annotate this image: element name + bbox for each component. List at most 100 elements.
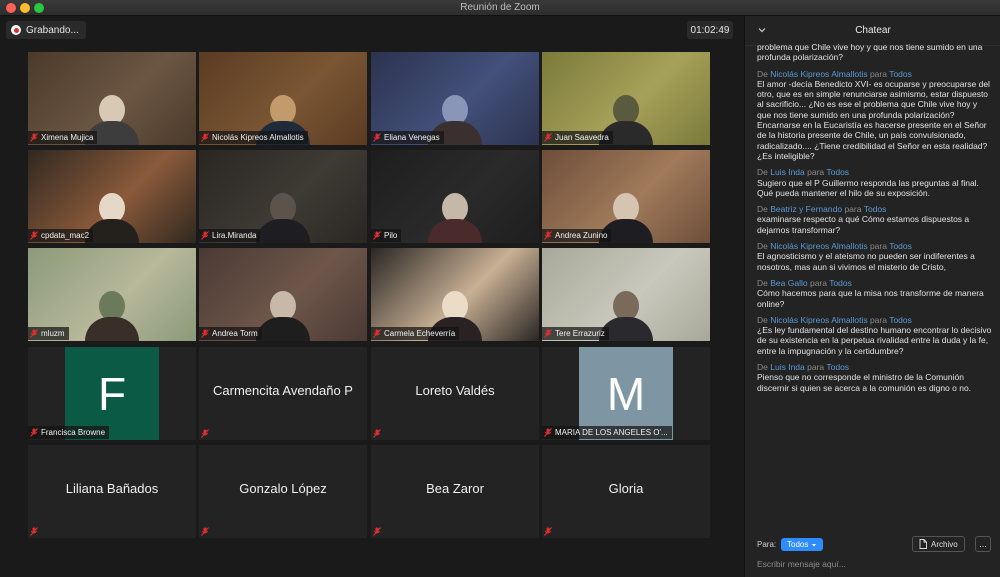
chat-message: De Luis Inda para Todos Sugiero que el P … (757, 167, 993, 198)
message-sender[interactable]: Luis Inda (770, 362, 805, 372)
zoom-window: Reunión de Zoom Ximena Mujica Nicolás Kip… (0, 0, 1000, 577)
record-icon (11, 25, 21, 35)
from-word: De (757, 314, 768, 325)
chevron-down-icon[interactable] (757, 25, 767, 35)
caret-down-icon (812, 543, 817, 546)
participant-name: Andrea Torm (212, 329, 258, 338)
message-sender[interactable]: Bea Gallo (770, 278, 807, 288)
chat-message: De Nicolás Kipreos Almallotis para Todos… (757, 315, 993, 356)
message-header: De Nicolás Kipreos Almallotis para Todos (757, 315, 912, 325)
participant-nametag: MARIA DE LOS ANGELES O'... (542, 426, 672, 439)
participant-video-silhouette (85, 287, 139, 341)
chat-title: Chatear (855, 25, 891, 36)
message-text: El amor -decía Benedicto XVI- es ocupars… (757, 78, 990, 161)
from-word: De (757, 277, 768, 288)
participant-tile[interactable]: Juan Saavedra (542, 52, 710, 145)
participant-tile[interactable]: Liliana Bañados (28, 445, 196, 538)
participant-tile[interactable]: cpdata_mac2 (28, 150, 196, 243)
participant-tile[interactable]: Andrea Torm (199, 248, 367, 341)
chat-message-input[interactable]: Escribir mensaje aquí... (757, 559, 991, 569)
message-recipient: Todos (863, 204, 887, 215)
from-word: De (757, 362, 768, 373)
participant-video-silhouette (256, 189, 310, 243)
participant-name: Liliana Bañados (65, 481, 159, 496)
participant-nametag: Francisca Browne (28, 426, 110, 439)
muted-mic-icon (544, 231, 552, 240)
recording-indicator[interactable]: Grabando... (6, 21, 86, 39)
participant-video-silhouette (85, 189, 139, 243)
participant-name: Loreto Valdés (415, 383, 495, 398)
muted-mic-icon (544, 329, 552, 338)
file-button[interactable]: Archivo (912, 536, 965, 552)
message-header: De Beatriz y Fernando para Todos (757, 204, 886, 214)
muted-mic-icon (373, 329, 381, 338)
chat-footer: Para: Todos Archivo ... Escribir mensaje… (745, 525, 1000, 577)
participant-video-silhouette (256, 287, 310, 341)
muted-mic-icon (373, 133, 381, 142)
muted-mic-icon (201, 429, 209, 438)
title-bar: Reunión de Zoom (0, 0, 1000, 16)
message-text: problema que Chile vive hoy y que nos ti… (757, 42, 983, 63)
message-header: De Luis Inda para Todos (757, 362, 849, 372)
participant-name: Ximena Mujica (41, 133, 94, 142)
message-text: Pienso que no corresponde el ministro de… (757, 372, 972, 393)
participant-tile[interactable]: M MARIA DE LOS ANGELES O'... (542, 347, 710, 440)
muted-mic-icon (373, 429, 381, 438)
message-sender[interactable]: Beatriz y Fernando (770, 204, 842, 214)
muted-mic-icon (544, 133, 552, 142)
participant-tile[interactable]: F Francisca Browne (28, 347, 196, 440)
participant-tile[interactable]: Carmencita Avendaño P (199, 347, 367, 440)
participant-name: Francisca Browne (41, 428, 106, 437)
participant-tile[interactable]: Gloria (542, 445, 710, 538)
more-options-button[interactable]: ... (975, 536, 991, 552)
muted-mic-icon (201, 231, 209, 240)
muted-mic-icon (373, 231, 381, 240)
message-sender[interactable]: Nicolás Kipreos Almallotis (770, 315, 867, 325)
participant-nametag: Tere Errazuriz (542, 327, 609, 340)
participant-tile[interactable]: Gonzalo López (199, 445, 367, 538)
participant-tile[interactable]: Andrea Zunino (542, 150, 710, 243)
participant-tile[interactable]: Pilo (371, 150, 539, 243)
message-header: De Nicolás Kipreos Almallotis para Todos (757, 241, 912, 251)
to-word: para (807, 362, 825, 373)
muted-mic-icon (544, 428, 552, 437)
message-sender[interactable]: Luis Inda (770, 167, 805, 177)
message-recipient: Todos (889, 241, 912, 252)
participant-tile[interactable]: Loreto Valdés (371, 347, 539, 440)
participant-nametag: Juan Saavedra (542, 131, 613, 144)
participant-tile[interactable]: Nicolás Kipreos Almallotis (199, 52, 367, 145)
participant-name: Pilo (384, 231, 398, 240)
message-header: De Bea Gallo para Todos (757, 278, 852, 288)
participant-tile[interactable]: Carmela Echeverría (371, 248, 539, 341)
participant-name: Gloria (608, 481, 644, 496)
participant-video-silhouette (428, 189, 482, 243)
chat-message: De Nicolás Kipreos Almallotis para Todos… (757, 241, 993, 272)
chat-message: De Luis Inda para Todos Pienso que no cor… (757, 362, 993, 393)
to-word: para (869, 68, 887, 79)
recipient-select[interactable]: Todos (781, 538, 824, 551)
participant-tile[interactable]: mluzm (28, 248, 196, 341)
file-icon (919, 539, 927, 549)
participant-tile[interactable]: Lira.Miranda (199, 150, 367, 243)
participant-name: Nicolás Kipreos Almallotis (212, 133, 304, 142)
window-title: Reunión de Zoom (460, 2, 540, 13)
participant-name: Lira.Miranda (212, 231, 257, 240)
message-text: examinarse respecto a qué Cómo estamos d… (757, 214, 970, 235)
chat-message: De Nicolás Kipreos Almallotis para Todos… (757, 69, 993, 162)
message-sender[interactable]: Nicolás Kipreos Almallotis (770, 241, 867, 251)
message-recipient: Todos (826, 362, 850, 373)
to-label: Para: (757, 540, 777, 549)
participant-name: MARIA DE LOS ANGELES O'... (555, 428, 668, 437)
muted-mic-icon (30, 133, 38, 142)
to-word: para (807, 167, 825, 178)
participant-tile[interactable]: Tere Errazuriz (542, 248, 710, 341)
participant-tile[interactable]: Eliana Venegas (371, 52, 539, 145)
chat-messages[interactable]: problema que Chile vive hoy y que nos ti… (745, 42, 1000, 532)
participant-name: mluzm (41, 329, 65, 338)
participant-tile[interactable]: Ximena Mujica (28, 52, 196, 145)
from-word: De (757, 68, 768, 79)
participant-nametag: mluzm (28, 327, 69, 340)
participant-tile[interactable]: Bea Zaror (371, 445, 539, 538)
message-sender[interactable]: Nicolás Kipreos Almallotis (770, 69, 867, 79)
to-word: para (844, 204, 862, 215)
